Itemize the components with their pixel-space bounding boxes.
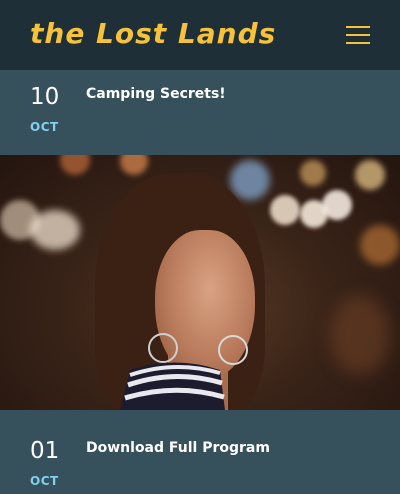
event-month: OCT: [30, 474, 59, 488]
event-day: 01: [30, 438, 60, 464]
hamburger-menu-icon[interactable]: [346, 26, 370, 44]
event-title[interactable]: Download Full Program: [86, 440, 270, 456]
event-item[interactable]: 01 OCT Download Full Program: [0, 410, 400, 494]
event-item[interactable]: 10 OCT Camping Secrets!: [0, 70, 400, 155]
hamburger-line: [346, 42, 370, 44]
event-day: 10: [30, 84, 60, 110]
site-header: the Lost Lands: [0, 0, 400, 70]
event-title[interactable]: Camping Secrets!: [86, 86, 226, 102]
hamburger-line: [346, 26, 370, 28]
site-logo[interactable]: the Lost Lands: [30, 17, 276, 50]
hamburger-line: [346, 34, 370, 36]
striped-shirt: [120, 362, 225, 410]
event-photo: [0, 155, 400, 410]
event-month: OCT: [30, 120, 59, 134]
